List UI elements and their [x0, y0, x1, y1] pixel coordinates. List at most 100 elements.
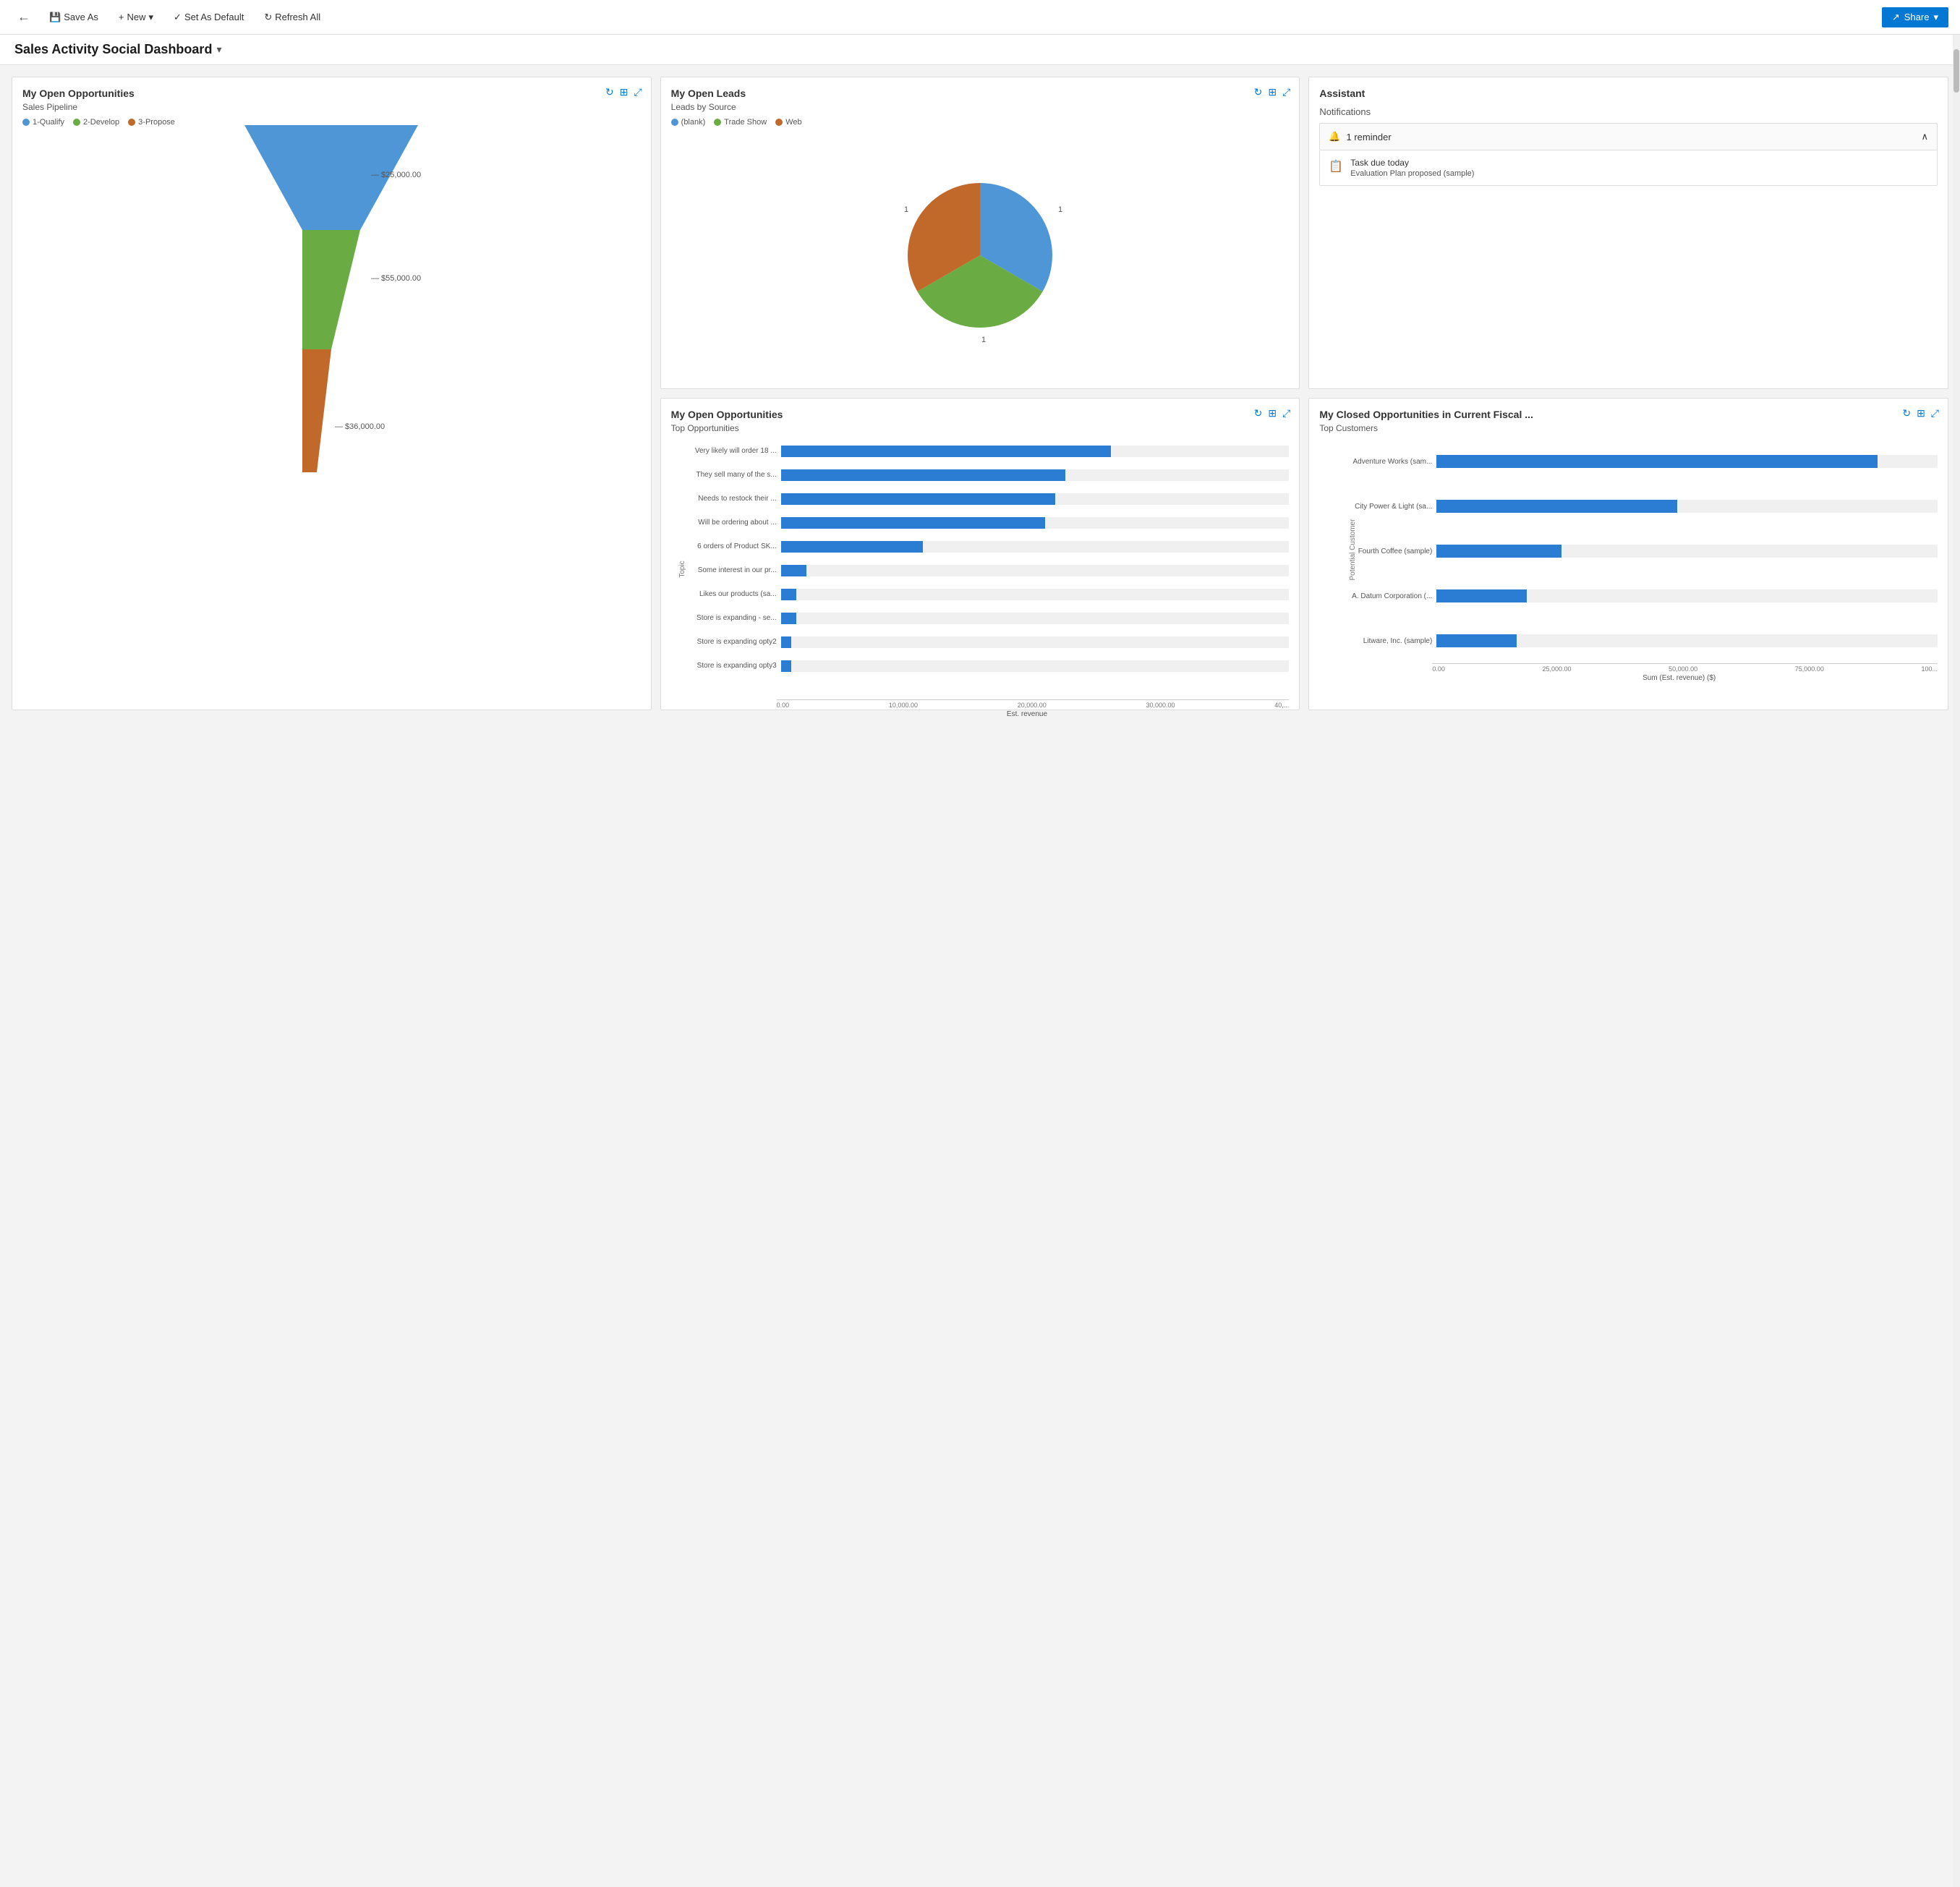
- bar-label: Will be ordering about ...: [683, 519, 777, 527]
- open-opps-subtitle: Sales Pipeline: [22, 102, 641, 112]
- closed-opps-bar-label: City Power & Light (sa...: [1331, 503, 1432, 511]
- bar-row: Store is expanding - se...: [683, 613, 1290, 624]
- pie-svg: 1 1 1: [893, 169, 1067, 342]
- open-opps-bottom-refresh-icon[interactable]: ↻: [1254, 407, 1263, 419]
- open-opps-bottom-expand-icon[interactable]: ⤢: [1282, 407, 1290, 419]
- pie-label-trade-show: 1: [1058, 205, 1062, 214]
- open-opps-refresh-icon[interactable]: ↻: [605, 86, 614, 98]
- bar-fill: [781, 517, 1045, 529]
- new-button[interactable]: + New ▾: [111, 7, 161, 27]
- open-leads-save-icon[interactable]: ⊞: [1268, 86, 1277, 98]
- bar-label: Very likely will order 18 ...: [683, 447, 777, 455]
- share-icon: ↗: [1892, 12, 1900, 23]
- open-opps-save-icon[interactable]: ⊞: [620, 86, 629, 98]
- assistant-title: Assistant: [1319, 88, 1938, 99]
- closed-opps-subtitle: Top Customers: [1319, 423, 1938, 433]
- legend-item-trade-show: Trade Show: [714, 118, 767, 127]
- legend-item-blank: (blank): [671, 118, 706, 127]
- closed-opps-expand-icon[interactable]: ⤢: [1931, 407, 1939, 419]
- closed-opps-bar-fill: [1436, 634, 1517, 647]
- open-opps-title: My Open Opportunities: [22, 88, 641, 99]
- bar-chart-horizontal: Very likely will order 18 ... They sell …: [683, 439, 1290, 699]
- legend-dot-3-propose: [128, 119, 135, 126]
- closed-opps-bar-rows: Adventure Works (sam... City Power & Lig…: [1331, 439, 1938, 663]
- open-leads-subtitle: Leads by Source: [671, 102, 1290, 112]
- funnel-svg: — $25,000.00 — $55,000.00 — $36,000.00: [230, 125, 433, 472]
- refresh-icon: ↻: [264, 12, 272, 23]
- bar-fill: [781, 613, 796, 624]
- bar-row: Store is expanding opty2: [683, 636, 1290, 648]
- closed-opps-refresh-icon[interactable]: ↻: [1902, 407, 1911, 419]
- x-tick: 50,000.00: [1669, 665, 1697, 673]
- funnel-chart: — $25,000.00 — $55,000.00 — $36,000.00: [22, 132, 641, 465]
- open-opportunities-card: My Open Opportunities Sales Pipeline ↻ ⊞…: [12, 77, 652, 710]
- page-title: Sales Activity Social Dashboard: [14, 42, 212, 57]
- scrollbar[interactable]: [1953, 35, 1960, 1887]
- page-title-chevron[interactable]: ▾: [216, 43, 221, 56]
- open-leads-title: My Open Leads: [671, 88, 1290, 99]
- bar-track: [781, 469, 1290, 481]
- closed-opps-bar-fill: [1436, 455, 1878, 468]
- reminder-header[interactable]: 🔔 1 reminder ∧: [1319, 123, 1938, 150]
- open-leads-expand-icon[interactable]: ⤢: [1282, 86, 1290, 98]
- reminder-count-label: 1 reminder: [1347, 132, 1392, 142]
- closed-opps-bar-row: A. Datum Corporation (...: [1331, 589, 1938, 602]
- bar-row: They sell many of the s...: [683, 469, 1290, 481]
- legend-label-2-develop: 2-Develop: [83, 118, 119, 127]
- bar-track: [781, 493, 1290, 505]
- bar-track: [781, 541, 1290, 553]
- x-tick: 30,000.00: [1146, 702, 1175, 709]
- closed-opps-bar-label: A. Datum Corporation (...: [1331, 592, 1432, 600]
- save-as-label: Save As: [64, 12, 98, 22]
- legend-label-1-qualify: 1-Qualify: [33, 118, 64, 127]
- new-dropdown-icon: ▾: [149, 12, 154, 23]
- closed-opps-card: My Closed Opportunities in Current Fisca…: [1308, 398, 1948, 710]
- notifications-title: Notifications: [1319, 106, 1938, 117]
- legend-item-1-qualify: 1-Qualify: [22, 118, 64, 127]
- closed-opps-bar-row: Fourth Coffee (sample): [1331, 545, 1938, 558]
- open-opps-expand-icon[interactable]: ⤢: [634, 86, 642, 98]
- x-tick: 100...: [1921, 665, 1938, 673]
- bar-label: Store is expanding - se...: [683, 614, 777, 622]
- legend-dot-web: [775, 119, 783, 126]
- bar-fill: [781, 446, 1112, 457]
- legend-dot-trade-show: [714, 119, 721, 126]
- closed-opps-bar-track: [1436, 455, 1938, 468]
- funnel-label-develop: — $55,000.00: [371, 274, 421, 283]
- bar-label: They sell many of the s...: [683, 471, 777, 479]
- bar-fill: [781, 493, 1055, 505]
- refresh-label: Refresh All: [275, 12, 320, 22]
- closed-opps-actions: ↻ ⊞ ⤢: [1902, 407, 1939, 419]
- closed-opps-save-icon[interactable]: ⊞: [1917, 407, 1925, 419]
- bar-fill: [781, 565, 806, 576]
- refresh-all-button[interactable]: ↻ Refresh All: [257, 7, 328, 27]
- legend-item-web: Web: [775, 118, 801, 127]
- closed-opps-x-axis-label: Sum (Est. revenue) ($): [1420, 674, 1938, 682]
- bar-row: Very likely will order 18 ...: [683, 446, 1290, 457]
- back-button[interactable]: ←: [12, 7, 36, 27]
- legend-label-blank: (blank): [681, 118, 706, 127]
- closed-opps-bar-label: Fourth Coffee (sample): [1331, 548, 1432, 555]
- legend-label-web: Web: [785, 118, 801, 127]
- page-title-bar: Sales Activity Social Dashboard ▾: [0, 35, 1960, 65]
- x-tick: 0.00: [1432, 665, 1445, 673]
- closed-opps-bar-row: City Power & Light (sa...: [1331, 500, 1938, 513]
- open-leads-refresh-icon[interactable]: ↻: [1254, 86, 1263, 98]
- notifications-section: Notifications 🔔 1 reminder ∧ 📋 Task due …: [1319, 106, 1938, 186]
- reminder-item: 📋 Task due today Evaluation Plan propose…: [1319, 150, 1938, 186]
- save-as-button[interactable]: 💾 Save As: [42, 7, 106, 27]
- share-button[interactable]: ↗ Share ▾: [1882, 7, 1948, 27]
- funnel-label-propose: — $36,000.00: [335, 422, 385, 431]
- open-leads-actions: ↻ ⊞ ⤢: [1254, 86, 1291, 98]
- set-default-button[interactable]: ✓ Set As Default: [166, 7, 251, 27]
- closed-opps-bar-track: [1436, 589, 1938, 602]
- x-tick: 0.00: [777, 702, 790, 709]
- open-leads-card: My Open Leads Leads by Source ↻ ⊞ ⤢ (bla…: [660, 77, 1300, 389]
- bar-row: Store is expanding opty3: [683, 660, 1290, 672]
- closed-opps-bar-row: Adventure Works (sam...: [1331, 455, 1938, 468]
- x-tick: 20,000.00: [1018, 702, 1047, 709]
- funnel-segment-develop: [302, 230, 360, 349]
- open-opps-bottom-save-icon[interactable]: ⊞: [1268, 407, 1277, 419]
- open-opps-bottom-title: My Open Opportunities: [671, 409, 1290, 420]
- scrollbar-thumb[interactable]: [1953, 49, 1959, 93]
